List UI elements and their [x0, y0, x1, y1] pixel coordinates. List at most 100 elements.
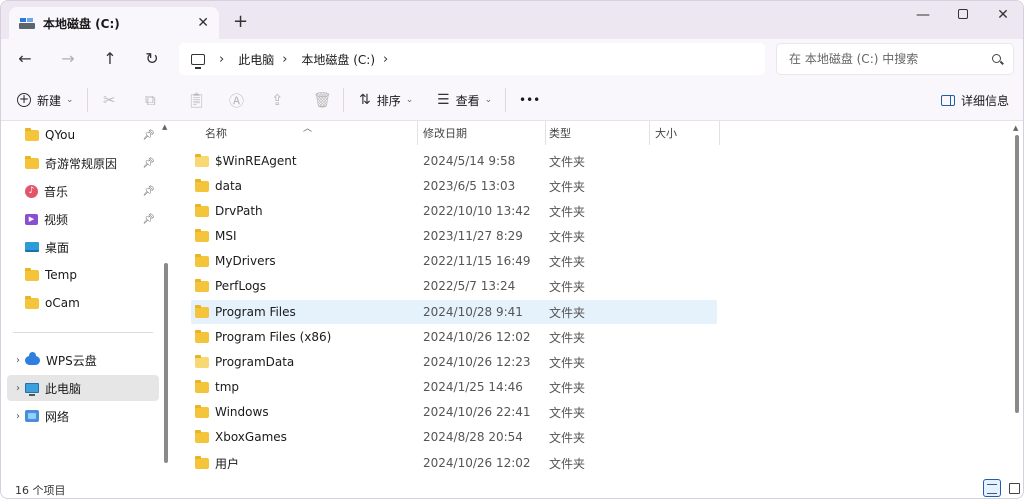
column-header-label: 修改日期 [423, 127, 467, 140]
table-row[interactable]: MSI 2023/11/27 8:29 文件夹 [191, 224, 717, 248]
file-modified: 2023/6/5 13:03 [423, 179, 516, 193]
table-row[interactable]: $WinREAgent 2024/5/14 9:58 文件夹 [191, 149, 717, 173]
rename-icon: Ⓐ [229, 91, 245, 110]
chevron-right-icon[interactable]: › [11, 383, 25, 394]
plus-icon: + [17, 92, 31, 107]
address-bar[interactable]: › 此电脑 › 本地磁盘 (C:) › [179, 43, 765, 75]
command-bar: + 新建 ⌄ ✂ ⧉ 📋︎ Ⓐ ⇪ 🗑︎ ⇅ 排序 ⌄ ☰ 查看 ⌄ ••• 详… [1, 79, 1023, 121]
new-label: 新建 [37, 93, 62, 108]
cut-button[interactable]: ✂ [103, 90, 116, 110]
file-type: 文件夹 [549, 204, 586, 219]
search-box[interactable] [776, 43, 1014, 75]
table-row[interactable]: 用户 2024/10/26 12:02 文件夹 [191, 451, 717, 475]
sidebar-item-temp[interactable]: Temp [7, 262, 159, 288]
copy-button[interactable]: ⧉ [145, 90, 156, 110]
paste-icon: 📋︎ [187, 91, 207, 109]
toolbar-divider [505, 88, 506, 112]
sidebar-item-ocam[interactable]: oCam [7, 290, 159, 316]
toolbar-divider [343, 88, 344, 112]
file-name: PerfLogs [215, 279, 267, 293]
folder-icon [195, 253, 209, 267]
close-button[interactable]: ✕ [989, 5, 1017, 25]
scroll-up-icon[interactable]: ▲ [162, 123, 167, 131]
sidebar-scrollbar[interactable] [164, 263, 168, 463]
sidebar-item-label: 视频 [44, 212, 69, 227]
item-count: 16 个项目 [15, 484, 66, 497]
sidebar-item-this-pc[interactable]: › 此电脑 [7, 375, 159, 401]
sidebar-item-desktop[interactable]: 桌面 [7, 234, 159, 260]
sort-button[interactable]: ⇅ 排序 ⌄ [359, 90, 413, 110]
breadcrumb-separator-icon[interactable]: › [383, 52, 388, 67]
file-modified: 2022/11/15 16:49 [423, 254, 531, 268]
sidebar-item-music[interactable]: ♪ 音乐 📌︎ [7, 178, 159, 204]
file-name: MSI [215, 229, 237, 243]
file-type: 文件夹 [549, 405, 586, 420]
table-row[interactable]: data 2023/6/5 13:03 文件夹 [191, 174, 717, 198]
minimize-button[interactable]: — [909, 5, 937, 25]
breadcrumb-local-disk[interactable]: 本地磁盘 (C:) [301, 51, 375, 68]
column-header-label: 类型 [549, 127, 571, 140]
table-row-selected[interactable]: Program Files 2024/10/28 9:41 文件夹 [191, 300, 717, 324]
new-tab-button[interactable]: + [233, 11, 248, 32]
file-list-scrollbar[interactable] [1015, 135, 1019, 413]
tab-local-disk[interactable]: 本地磁盘 (C:) ✕ [9, 7, 219, 39]
tiles-view-button[interactable] [1005, 479, 1023, 497]
file-modified: 2024/10/26 12:02 [423, 330, 531, 344]
table-row[interactable]: tmp 2024/1/25 14:46 文件夹 [191, 375, 717, 399]
folder-icon [25, 267, 39, 281]
sidebar-item-network[interactable]: › 网络 [7, 403, 159, 429]
new-button[interactable]: + 新建 ⌄ [17, 90, 74, 110]
breadcrumb-this-pc[interactable]: 此电脑 [238, 51, 274, 68]
sidebar-item-wps-cloud[interactable]: › WPS云盘 [7, 347, 159, 373]
file-type: 文件夹 [549, 330, 586, 345]
view-button[interactable]: ☰ 查看 ⌄ [437, 90, 492, 110]
folder-icon [25, 127, 39, 141]
chevron-right-icon[interactable]: › [11, 355, 25, 366]
column-header-size[interactable]: 大小 [647, 121, 717, 145]
details-label: 详细信息 [961, 93, 1010, 108]
breadcrumb-separator-icon[interactable]: › [282, 52, 287, 67]
share-icon: ⇪ [271, 91, 284, 109]
table-row[interactable]: Windows 2024/10/26 22:41 文件夹 [191, 400, 717, 424]
toolbar-divider [87, 88, 88, 112]
column-header-name[interactable]: 名称 [197, 121, 415, 145]
refresh-button[interactable]: ↻ [139, 47, 165, 71]
table-row[interactable]: DrvPath 2022/10/10 13:42 文件夹 [191, 199, 717, 223]
sidebar-item-label: 音乐 [44, 184, 69, 199]
details-pane-button[interactable]: 详细信息 [941, 90, 1009, 110]
details-view-button[interactable] [983, 479, 1001, 497]
share-button[interactable]: ⇪ [271, 90, 284, 110]
column-header-type[interactable]: 类型 [541, 121, 647, 145]
tab-close-icon[interactable]: ✕ [197, 15, 209, 31]
chevron-right-icon[interactable]: › [11, 411, 25, 422]
file-modified: 2024/5/14 9:58 [423, 154, 516, 168]
sidebar-item-video[interactable]: ▶ 视频 📌︎ [7, 206, 159, 232]
file-explorer-window: 本地磁盘 (C:) ✕ + — ✕ ← → ↑ ↻ › 此电脑 › 本地磁盘 (… [0, 0, 1024, 499]
file-name: DrvPath [215, 204, 263, 218]
search-input[interactable] [789, 52, 979, 66]
status-bar: 16 个项目 [1, 477, 1023, 498]
table-row[interactable]: MyDrivers 2022/11/15 16:49 文件夹 [191, 249, 717, 273]
column-divider[interactable] [719, 121, 720, 145]
paste-button[interactable]: 📋︎ [187, 90, 206, 110]
sidebar-item-qiyou[interactable]: 奇游常规原因 📌︎ [7, 150, 159, 176]
sidebar-item-qyou[interactable]: QYou 📌︎ [7, 122, 159, 148]
forward-button[interactable]: → [55, 47, 81, 71]
table-row[interactable]: XboxGames 2024/8/28 20:54 文件夹 [191, 425, 717, 449]
table-row[interactable]: PerfLogs 2022/5/7 13:24 文件夹 [191, 274, 717, 298]
breadcrumb-separator-icon[interactable]: › [219, 52, 224, 67]
up-button[interactable]: ↑ [97, 47, 123, 71]
column-header-modified[interactable]: 修改日期 [415, 121, 543, 145]
more-options-button[interactable]: ••• [519, 90, 540, 110]
table-row[interactable]: Program Files (x86) 2024/10/26 12:02 文件夹 [191, 325, 717, 349]
pin-icon: 📌︎ [142, 213, 155, 225]
pin-icon: 📌︎ [142, 129, 155, 141]
delete-button[interactable]: 🗑︎ [313, 90, 332, 110]
table-row[interactable]: ProgramData 2024/10/26 12:23 文件夹 [191, 350, 717, 374]
maximize-button[interactable] [949, 5, 977, 25]
rename-button[interactable]: Ⓐ [229, 90, 244, 110]
title-bar: 本地磁盘 (C:) ✕ + — ✕ [1, 1, 1023, 39]
sidebar-item-label: oCam [45, 296, 80, 310]
scroll-up-icon[interactable]: ▲ [1013, 124, 1018, 132]
back-button[interactable]: ← [12, 47, 38, 71]
